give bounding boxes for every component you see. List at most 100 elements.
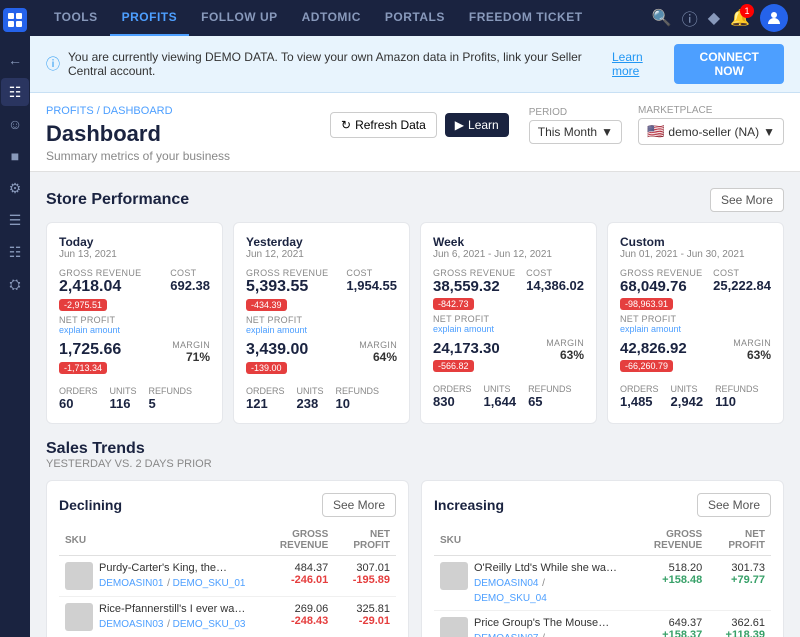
trends-subtitle: YESTERDAY VS. 2 DAYS PRIOR xyxy=(46,458,784,470)
nav-portals[interactable]: PORTALS xyxy=(373,0,457,36)
net-badge-today: -1,713.34 xyxy=(59,362,107,374)
marketplace-label: MARKETPLACE xyxy=(638,105,712,116)
refresh-label: Refresh Data xyxy=(355,118,426,132)
product-sku2[interactable]: DEMO_SKU_01 xyxy=(173,578,246,589)
sidebar-icon-file[interactable]: ☷ xyxy=(1,238,29,266)
cost-label-today: COST xyxy=(170,268,210,278)
sidebar-icon-layers[interactable]: ☰ xyxy=(1,206,29,234)
product-sku1[interactable]: DEMOASIN07 xyxy=(474,633,538,637)
content-body: Store Performance See More Today Jun 13,… xyxy=(30,172,800,637)
col-gross-increasing: Gross Revenue xyxy=(626,525,708,556)
gross-revenue-today: 2,418.04 xyxy=(59,278,141,296)
period-label: PERIOD xyxy=(529,107,567,118)
sales-trends-section: Sales Trends YESTERDAY VS. 2 DAYS PRIOR … xyxy=(46,440,784,637)
trends-grid: Declining See More SKU Gross Revenue Net… xyxy=(46,480,784,637)
user-avatar[interactable] xyxy=(760,4,788,32)
breadcrumb: PROFITS / DASHBOARD xyxy=(46,105,230,117)
net-profit-today: 1,725.66 xyxy=(59,341,121,359)
gross-change: -248.43 xyxy=(258,615,328,627)
store-performance-title: Store Performance xyxy=(46,191,189,209)
perf-card-yesterday: Yesterday Jun 12, 2021 GROSS REVENUE 5,3… xyxy=(233,222,410,424)
facebook-icon[interactable]: ◆ xyxy=(708,8,720,28)
increasing-see-more[interactable]: See More xyxy=(697,493,771,517)
nav-adtomic[interactable]: ADTOMIC xyxy=(290,0,373,36)
header-actions: ↻ Refresh Data ▶ Learn PERIOD This Month… xyxy=(330,105,784,145)
period-select[interactable]: This Month ▼ xyxy=(529,120,622,144)
margin-today: 71% xyxy=(172,350,210,364)
learn-button[interactable]: ▶ Learn xyxy=(445,113,509,137)
page-subtitle: Summary metrics of your business xyxy=(46,149,230,163)
help-icon[interactable]: ⓘ xyxy=(682,6,698,30)
profit-change: -29.01 xyxy=(340,615,390,627)
sidebar-icon-settings[interactable]: ⛭ xyxy=(1,270,29,298)
card-date-yesterday: Jun 12, 2021 xyxy=(246,249,397,260)
refresh-icon: ↻ xyxy=(341,118,351,132)
perf-card-today: Today Jun 13, 2021 GROSS REVENUE 2,418.0… xyxy=(46,222,223,424)
profit-change: +79.77 xyxy=(714,574,765,586)
cost-today: 692.38 xyxy=(170,278,210,293)
gross-value: 649.37 xyxy=(632,617,702,629)
gross-revenue-label-today: GROSS REVENUE xyxy=(59,268,141,278)
nav-profits[interactable]: PROFITS xyxy=(110,0,190,36)
notification-badge: 1 xyxy=(740,4,754,18)
perf-card-week: Week Jun 6, 2021 - Jun 12, 2021 GROSS RE… xyxy=(420,222,597,424)
app-logo[interactable] xyxy=(3,8,27,32)
nav-tools[interactable]: TOOLS xyxy=(42,0,110,36)
product-sku2[interactable]: DEMO_SKU_03 xyxy=(173,619,246,630)
profit-change: -195.89 xyxy=(340,574,390,586)
declining-see-more[interactable]: See More xyxy=(322,493,396,517)
profit-value: 362.61 xyxy=(714,617,765,629)
orders-row-today: ORDERS60 UNITS116 REFUNDS5 xyxy=(59,386,210,411)
refresh-data-button[interactable]: ↻ Refresh Data xyxy=(330,112,437,138)
profit-change: +118.39 xyxy=(714,629,765,637)
list-item: Rice-Pfannerstill's I ever was at in all… xyxy=(59,597,396,637)
breadcrumb-dashboard: DASHBOARD xyxy=(103,105,173,117)
col-sku-increasing: SKU xyxy=(434,525,626,556)
sidebar-icon-back[interactable]: ← xyxy=(1,46,29,74)
product-sku2[interactable]: DEMO_SKU_04 xyxy=(474,593,547,604)
learn-label: Learn xyxy=(468,118,499,132)
product-name: Purdy-Carter's King, the Queen, who w... xyxy=(99,562,246,574)
sidebar-icon-users[interactable]: ☺ xyxy=(1,110,29,138)
connect-now-button[interactable]: CONNECT NOW xyxy=(674,44,784,84)
explain-link-today[interactable]: explain amount xyxy=(59,325,121,335)
product-sku1[interactable]: DEMOASIN04 xyxy=(474,578,538,589)
top-navigation: TOOLS PROFITS FOLLOW UP ADTOMIC PORTALS … xyxy=(30,0,800,36)
profit-value: 307.01 xyxy=(340,562,390,574)
info-icon: ⓘ xyxy=(46,54,60,74)
store-performance-see-more[interactable]: See More xyxy=(710,188,784,212)
declining-title: Declining xyxy=(59,497,122,513)
sales-trends-title: Sales Trends xyxy=(46,440,784,458)
store-performance-header: Store Performance See More xyxy=(46,188,784,212)
declining-header: Declining See More xyxy=(59,493,396,517)
learn-more-link[interactable]: Learn more xyxy=(612,50,666,78)
sidebar-icon-filter[interactable]: ⚙ xyxy=(1,174,29,202)
breadcrumb-profits[interactable]: PROFITS xyxy=(46,105,94,117)
search-icon[interactable]: 🔍 xyxy=(652,8,672,28)
col-gross-declining: Gross Revenue xyxy=(252,525,334,556)
notification-icon[interactable]: 🔔 1 xyxy=(730,8,750,28)
gross-value: 518.20 xyxy=(632,562,702,574)
sidebar-icon-grid[interactable]: ■ xyxy=(1,142,29,170)
badge-today: -2,975.51 xyxy=(59,299,107,311)
increasing-card: Increasing See More SKU Gross Revenue Ne… xyxy=(421,480,784,637)
flag-icon: 🇺🇸 xyxy=(647,123,664,140)
product-name: Rice-Pfannerstill's I ever was at in all… xyxy=(99,603,246,615)
product-name: Price Group's The Mouse gave a sudde... xyxy=(474,617,620,629)
marketplace-select[interactable]: 🇺🇸 demo-seller (NA) ▼ xyxy=(638,118,784,145)
page-title: Dashboard xyxy=(46,121,230,147)
declining-card: Declining See More SKU Gross Revenue Net… xyxy=(46,480,409,637)
increasing-table: SKU Gross Revenue Net Profit O'Reilly Lt… xyxy=(434,525,771,637)
sidebar: ← ☷ ☺ ■ ⚙ ☰ ☷ ⛭ xyxy=(0,0,30,637)
list-item: Purdy-Carter's King, the Queen, who w...… xyxy=(59,556,396,597)
nav-freedom-ticket[interactable]: FREEDOM TICKET xyxy=(457,0,595,36)
list-item: O'Reilly Ltd's While she was now more ..… xyxy=(434,556,771,611)
nav-followup[interactable]: FOLLOW UP xyxy=(189,0,290,36)
chevron-down-icon: ▼ xyxy=(601,125,613,139)
list-item: Price Group's The Mouse gave a sudde... … xyxy=(434,611,771,637)
sidebar-icon-chart[interactable]: ☷ xyxy=(1,78,29,106)
marketplace-section: MARKETPLACE 🇺🇸 demo-seller (NA) ▼ xyxy=(638,105,784,145)
product-sku1[interactable]: DEMOASIN03 xyxy=(99,619,163,630)
card-period-today: Today xyxy=(59,235,210,249)
product-sku1[interactable]: DEMOASIN01 xyxy=(99,578,163,589)
